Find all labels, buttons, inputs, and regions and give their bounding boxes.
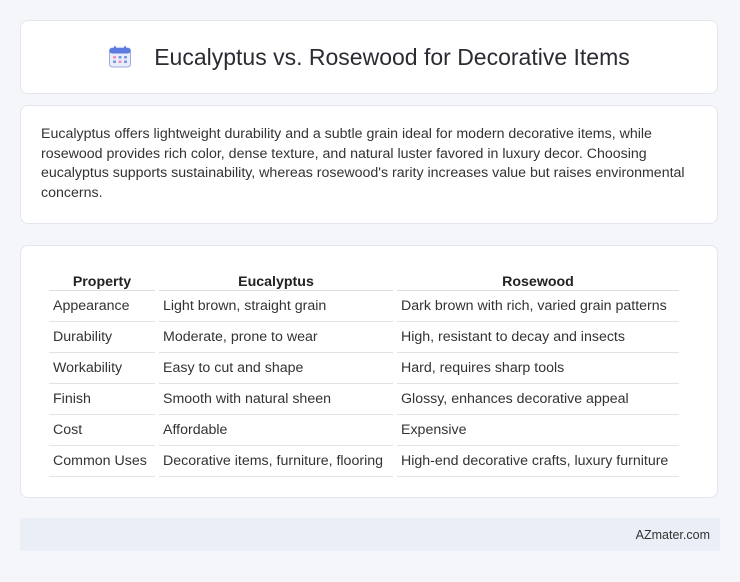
table-cell-rosewood: Hard, requires sharp tools xyxy=(397,353,679,384)
table-cell-eucalyptus: Affordable xyxy=(159,415,393,446)
table-row: Finish Smooth with natural sheen Glossy,… xyxy=(49,384,679,415)
table-cell-property: Finish xyxy=(49,384,155,415)
table-cell-property: Durability xyxy=(49,322,155,353)
page-title: Eucalyptus vs. Rosewood for Decorative I… xyxy=(154,43,630,70)
table-cell-eucalyptus: Decorative items, furniture, flooring xyxy=(159,446,393,477)
summary-paragraph: Eucalyptus offers lightweight durability… xyxy=(41,126,685,201)
column-header-rosewood: Rosewood xyxy=(397,266,679,291)
column-header-eucalyptus: Eucalyptus xyxy=(159,266,393,291)
table-cell-eucalyptus: Moderate, prone to wear xyxy=(159,322,393,353)
table-cell-property: Appearance xyxy=(49,291,155,322)
table-cell-rosewood: Dark brown with rich, varied grain patte… xyxy=(397,291,679,322)
comparison-table: Property Eucalyptus Rosewood Appearance … xyxy=(45,266,683,477)
calendar-icon xyxy=(108,45,132,69)
table-row: Common Uses Decorative items, furniture,… xyxy=(49,446,679,477)
table-cell-eucalyptus: Light brown, straight grain xyxy=(159,291,393,322)
table-row: Appearance Light brown, straight grain D… xyxy=(49,291,679,322)
footer-site-label: AZmater.com xyxy=(635,527,710,542)
table-cell-rosewood: Expensive xyxy=(397,415,679,446)
table-cell-eucalyptus: Smooth with natural sheen xyxy=(159,384,393,415)
footer-bar: AZmater.com xyxy=(20,518,720,551)
table-header-row: Property Eucalyptus Rosewood xyxy=(49,266,679,291)
table-cell-eucalyptus: Easy to cut and shape xyxy=(159,353,393,384)
summary-card: Eucalyptus offers lightweight durability… xyxy=(20,105,718,224)
table-cell-rosewood: High, resistant to decay and insects xyxy=(397,322,679,353)
comparison-table-card: Property Eucalyptus Rosewood Appearance … xyxy=(20,245,718,498)
table-cell-rosewood: High-end decorative crafts, luxury furni… xyxy=(397,446,679,477)
table-cell-property: Common Uses xyxy=(49,446,155,477)
table-row: Workability Easy to cut and shape Hard, … xyxy=(49,353,679,384)
table-cell-property: Cost xyxy=(49,415,155,446)
title-card: Eucalyptus vs. Rosewood for Decorative I… xyxy=(20,20,718,94)
table-cell-property: Workability xyxy=(49,353,155,384)
table-row: Cost Affordable Expensive xyxy=(49,415,679,446)
column-header-property: Property xyxy=(49,266,155,291)
table-cell-rosewood: Glossy, enhances decorative appeal xyxy=(397,384,679,415)
table-row: Durability Moderate, prone to wear High,… xyxy=(49,322,679,353)
